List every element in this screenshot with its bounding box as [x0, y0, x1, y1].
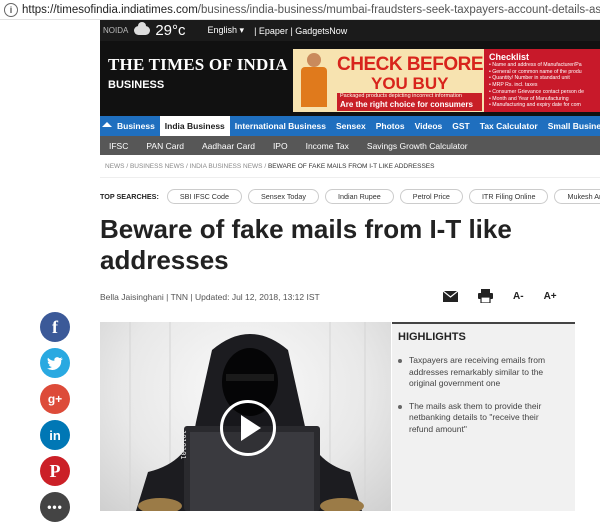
ad-strip-small: Packaged products depicting incorrect in…: [340, 93, 462, 99]
pinterest-icon: P: [49, 460, 61, 481]
highlights-box: HIGHLIGHTS Taxpayers are receiving email…: [392, 322, 575, 511]
google-plus-share-button[interactable]: g+: [40, 384, 70, 414]
nav-item-tax-calculator[interactable]: Tax Calculator: [475, 116, 543, 136]
subnav-item-ifsc[interactable]: IFSC: [100, 141, 137, 151]
top-searches: TOP SEARCHES: SBI IFSC Code Sensex Today…: [100, 188, 600, 204]
nav-item-gst[interactable]: GST: [447, 116, 474, 136]
ad-checklist-item: • Quantity/ Number in standard unit: [489, 75, 570, 82]
ad-strip-big: Are the right choice for consumers: [340, 100, 473, 109]
breadcrumb-item[interactable]: INDIA BUSINESS NEWS: [190, 163, 263, 170]
twitter-icon: [47, 356, 63, 370]
ad-checklist-item: • Consumer Grievance contact person de: [489, 88, 584, 95]
breadcrumb-item[interactable]: BUSINESS NEWS: [130, 163, 184, 170]
secondary-nav: IFSC PAN Card Aadhaar Card IPO Income Ta…: [100, 136, 600, 155]
subnav-item-savings-growth-calculator[interactable]: Savings Growth Calculator: [358, 141, 477, 151]
search-chip[interactable]: Indian Rupee: [325, 188, 394, 204]
ad-person-illustration: [297, 53, 331, 111]
nav-item-sensex[interactable]: Sensex: [331, 116, 371, 136]
divider: [100, 177, 600, 178]
search-chip[interactable]: Petrol Price: [399, 188, 463, 204]
primary-nav: Business India Business International Bu…: [100, 116, 600, 136]
breadcrumb-separator: /: [126, 163, 129, 170]
highlights-title: HIGHLIGHTS: [398, 331, 466, 343]
nav-item-small-business[interactable]: Small Busine: [543, 116, 600, 136]
search-chip[interactable]: Sensex Today: [247, 188, 320, 204]
temperature: 29°c: [155, 22, 186, 39]
subnav-item-pan-card[interactable]: PAN Card: [137, 141, 193, 151]
google-plus-icon: g+: [47, 392, 63, 406]
subnav-item-income-tax[interactable]: Income Tax: [297, 141, 358, 151]
ad-checklist-item: • Name and address of Manufacturer/Pa: [489, 62, 582, 68]
search-chip[interactable]: SBI IFSC Code: [166, 188, 242, 204]
search-chip[interactable]: ITR Filing Online: [468, 188, 549, 204]
breadcrumb-separator: /: [185, 163, 188, 170]
ad-checklist-item: • General or common name of the produ: [489, 68, 582, 75]
breadcrumb: NEWS / BUSINESS NEWS / INDIA BUSINESS NE…: [105, 163, 434, 170]
play-button[interactable]: [220, 400, 276, 456]
linkedin-icon: in: [49, 427, 61, 443]
browser-address-bar[interactable]: i https://timesofindia.indiatimes.com/bu…: [0, 0, 600, 20]
facebook-share-button[interactable]: f: [40, 312, 70, 342]
url-host: https://timesofindia.indiatimes.com: [22, 3, 198, 16]
nav-item-india-business[interactable]: India Business: [159, 116, 230, 136]
search-chip[interactable]: Mukesh Am: [554, 188, 600, 204]
section-title[interactable]: BUSINESS: [108, 79, 164, 91]
more-share-button[interactable]: •••: [40, 492, 70, 522]
top-links[interactable]: | Epaper | GadgetsNow: [254, 26, 347, 36]
ad-headline-2: YOU BUY: [371, 74, 449, 93]
site-logo[interactable]: THE TIMES OF INDIA: [108, 55, 288, 75]
nav-item-photos[interactable]: Photos: [371, 116, 410, 136]
nav-item-business[interactable]: Business: [112, 116, 160, 136]
top-searches-label: TOP SEARCHES:: [100, 191, 159, 201]
image-binary-text: 1010101: [179, 430, 187, 460]
article-video[interactable]: 1010101: [100, 322, 391, 511]
ad-strip: Packaged products depicting incorrect in…: [337, 93, 482, 111]
ad-checklist: Checklist • Name and address of Manufact…: [484, 49, 600, 112]
nav-item-international-business[interactable]: International Business: [230, 116, 331, 136]
article-headline: Beware of fake mails from I-T like addre…: [100, 214, 512, 275]
linkedin-share-button[interactable]: in: [40, 420, 70, 450]
breadcrumb-separator: /: [264, 163, 267, 170]
site-info-icon[interactable]: i: [4, 2, 18, 17]
font-decrease-button[interactable]: A-: [513, 291, 524, 302]
language-selector[interactable]: English ▾: [208, 25, 245, 36]
email-icon[interactable]: [443, 290, 458, 302]
breadcrumb-current: BEWARE OF FAKE MAILS FROM I-T LIKE ADDRE…: [267, 163, 435, 170]
twitter-share-button[interactable]: [40, 348, 70, 378]
advertisement-banner[interactable]: CHECK BEFORE YOU BUY Packaged products d…: [293, 49, 600, 112]
more-icon: •••: [47, 500, 63, 514]
ad-checklist-item: • Manufacturing and expiry date for com: [489, 102, 581, 109]
page: NOIDA 29°c English ▾ | Epaper | GadgetsN…: [100, 20, 600, 511]
article-tools: A- A+: [443, 289, 577, 303]
article-byline: Bella Jaisinghani | TNN | Updated: Jul 1…: [100, 292, 320, 302]
print-icon[interactable]: [478, 289, 493, 303]
ad-checklist-item: • Month and Year of Manufacturing: [489, 95, 569, 102]
facebook-icon: f: [52, 316, 58, 337]
social-share-bar: f g+ in P •••: [40, 312, 72, 528]
pinterest-share-button[interactable]: P: [40, 456, 70, 486]
subnav-item-aadhaar-card[interactable]: Aadhaar Card: [193, 141, 264, 151]
ad-headline-1: CHECK BEFORE: [337, 54, 484, 75]
breadcrumb-item[interactable]: NEWS: [105, 163, 125, 170]
highlight-item: The mails ask them to provide their netb…: [398, 401, 565, 436]
play-icon: [240, 415, 261, 441]
ad-checklist-title: Checklist: [489, 52, 530, 62]
city-label: NOIDA: [103, 26, 129, 35]
nav-item-videos[interactable]: Videos: [410, 116, 448, 136]
top-bar: NOIDA 29°c English ▾ | Epaper | GadgetsN…: [100, 20, 600, 41]
ad-checklist-item: • MRP Rs. incl. taxes: [489, 82, 538, 89]
subnav-item-ipo[interactable]: IPO: [264, 141, 297, 151]
home-icon[interactable]: [102, 116, 112, 136]
cloud-icon: [134, 22, 151, 35]
highlight-item: Taxpayers are receiving emails from addr…: [398, 355, 565, 390]
url-path: /business/india-business/mumbai-fraudste…: [197, 3, 600, 16]
font-increase-button[interactable]: A+: [544, 291, 557, 302]
